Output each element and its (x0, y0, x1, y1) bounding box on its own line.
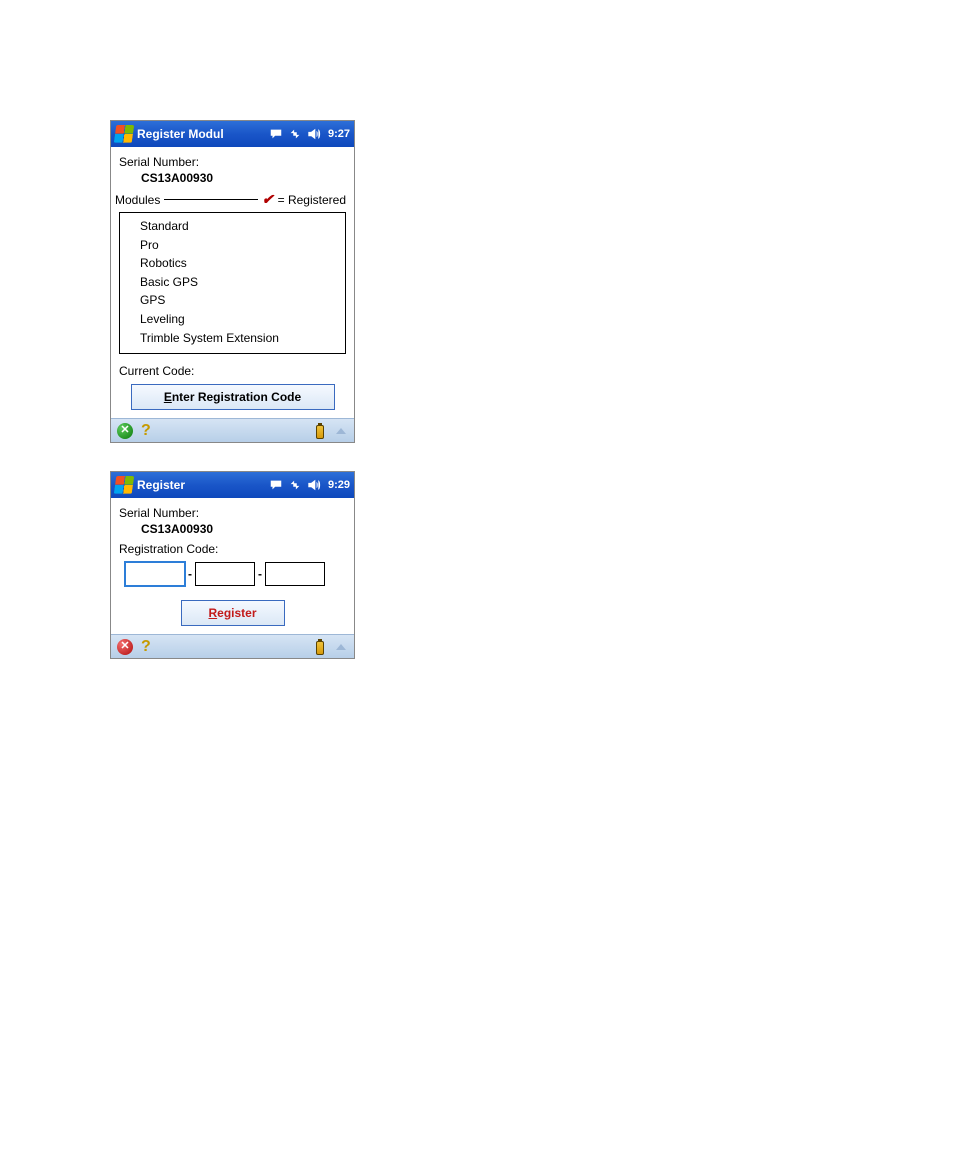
window-title: Register Modul (137, 127, 269, 141)
registration-code-label: Registration Code: (119, 542, 346, 556)
modules-list[interactable]: Standard Pro Robotics Basic GPS GPS Leve… (119, 212, 346, 354)
code-part-2-input[interactable] (195, 562, 255, 586)
start-icon[interactable] (115, 125, 133, 143)
list-item[interactable]: GPS (140, 291, 339, 310)
bottom-toolbar: ✕ ? (111, 418, 354, 442)
serial-number-label: Serial Number: (119, 506, 346, 520)
dash: - (258, 567, 262, 581)
list-item[interactable]: Basic GPS (140, 273, 339, 292)
battery-icon[interactable] (314, 639, 326, 655)
ok-icon[interactable]: ✕ (117, 423, 133, 439)
clock-text: 9:27 (328, 128, 350, 140)
clock-text: 9:29 (328, 479, 350, 491)
status-icons: 9:29 (269, 478, 350, 492)
title-bar: Register Modul 9:27 (111, 121, 354, 147)
volume-icon[interactable] (307, 478, 321, 492)
content-area: Serial Number: CS13A00930 Modules ✔ = Re… (111, 147, 354, 418)
volume-icon[interactable] (307, 127, 321, 141)
registration-code-inputs: - - (125, 562, 346, 586)
register-window: Register 9:29 Serial Number: CS13A00930 … (110, 471, 355, 659)
code-part-3-input[interactable] (265, 562, 325, 586)
start-icon[interactable] (115, 476, 133, 494)
enter-registration-code-button[interactable]: Enter Registration Code (131, 384, 335, 410)
sip-up-icon[interactable] (334, 640, 348, 654)
divider-line (164, 199, 258, 200)
title-bar: Register 9:29 (111, 472, 354, 498)
content-area: Serial Number: CS13A00930 Registration C… (111, 498, 354, 634)
cancel-icon[interactable]: ✕ (117, 639, 133, 655)
serial-number-value: CS13A00930 (141, 522, 346, 536)
check-icon: ✔ (262, 191, 274, 208)
chat-icon[interactable] (269, 478, 283, 492)
list-item[interactable]: Robotics (140, 254, 339, 273)
register-modules-window: Register Modul 9:27 Serial Number: CS13A… (110, 120, 355, 443)
list-item[interactable]: Standard (140, 217, 339, 236)
bottom-toolbar: ✕ ? (111, 634, 354, 658)
registered-label: = Registered (278, 193, 346, 207)
serial-number-label: Serial Number: (119, 155, 346, 169)
chat-icon[interactable] (269, 127, 283, 141)
list-item[interactable]: Leveling (140, 310, 339, 329)
window-title: Register (137, 478, 269, 492)
modules-label: Modules (115, 193, 160, 207)
connectivity-icon[interactable] (288, 127, 302, 141)
sip-up-icon[interactable] (334, 424, 348, 438)
battery-icon[interactable] (314, 423, 326, 439)
status-icons: 9:27 (269, 127, 350, 141)
list-item[interactable]: Trimble System Extension (140, 329, 339, 348)
list-item[interactable]: Pro (140, 236, 339, 255)
help-icon[interactable]: ? (141, 422, 151, 440)
register-button[interactable]: Register (181, 600, 285, 626)
modules-header: Modules ✔ = Registered (115, 191, 346, 208)
help-icon[interactable]: ? (141, 638, 151, 656)
dash: - (188, 567, 192, 581)
serial-number-value: CS13A00930 (141, 171, 346, 185)
current-code-label: Current Code: (119, 364, 346, 378)
code-part-1-input[interactable] (125, 562, 185, 586)
connectivity-icon[interactable] (288, 478, 302, 492)
